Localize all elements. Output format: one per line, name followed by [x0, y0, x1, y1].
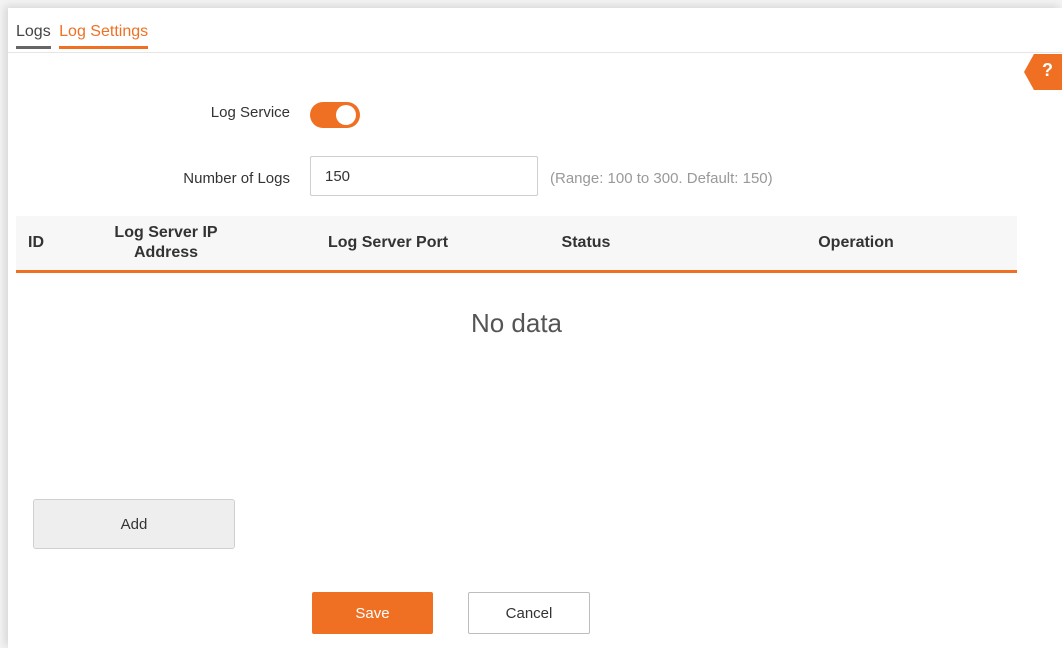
help-button[interactable]: ? — [1024, 54, 1062, 90]
column-header-port: Log Server Port — [327, 234, 449, 251]
tab-logs[interactable]: Logs — [16, 22, 51, 49]
log-service-toggle[interactable] — [310, 102, 360, 128]
log-service-label: Log Service — [210, 104, 290, 121]
tab-bar: Logs Log Settings — [16, 22, 152, 49]
number-of-logs-input[interactable] — [310, 156, 538, 196]
number-of-logs-hint: (Range: 100 to 300. Default: 150) — [550, 170, 773, 187]
empty-table-message: No data — [470, 308, 563, 338]
column-header-status: Status — [561, 234, 611, 251]
column-header-operation: Operation — [818, 234, 894, 251]
column-header-id: ID — [28, 234, 44, 251]
tab-log-settings[interactable]: Log Settings — [59, 22, 149, 49]
cancel-button[interactable]: Cancel — [468, 592, 590, 634]
table-header: ID Log Server IP Address Log Server Port… — [16, 216, 1017, 273]
add-button[interactable]: Add — [33, 499, 235, 549]
column-header-ip-address: Log Server IP Address — [114, 224, 218, 261]
log-settings-page: Logs Log Settings ? Log Service Number o… — [8, 8, 1062, 648]
tab-divider — [8, 52, 1062, 53]
help-icon: ? — [1042, 60, 1053, 80]
toggle-knob — [336, 105, 356, 125]
number-of-logs-label: Number of Logs — [183, 170, 290, 187]
save-button[interactable]: Save — [312, 592, 433, 634]
